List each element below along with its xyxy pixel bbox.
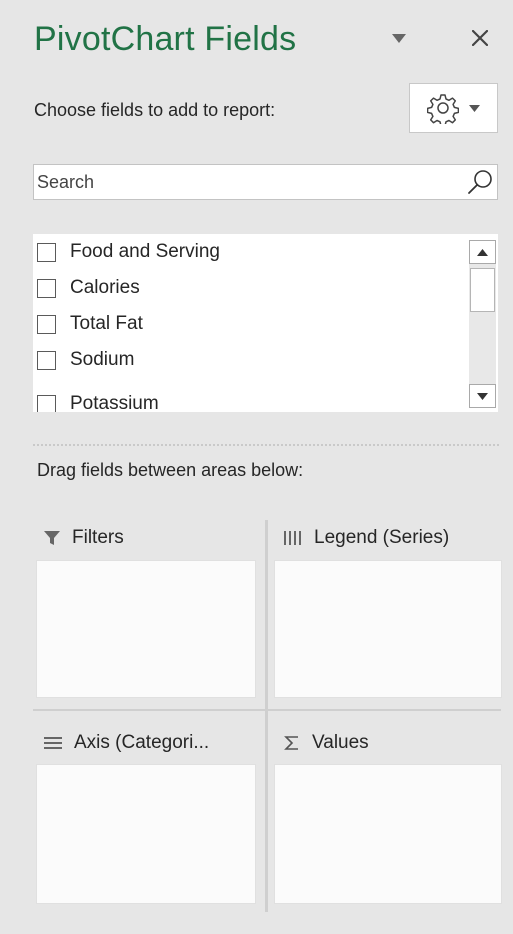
legend-drop-zone[interactable] bbox=[274, 560, 502, 698]
search-icon[interactable] bbox=[466, 168, 494, 196]
field-checkbox[interactable] bbox=[37, 394, 56, 412]
field-checkbox[interactable] bbox=[37, 314, 56, 334]
field-item-calories[interactable]: Calories bbox=[33, 270, 463, 306]
field-item-sodium[interactable]: Sodium bbox=[33, 342, 463, 378]
section-divider bbox=[33, 444, 499, 446]
filters-area-header: Filters bbox=[44, 522, 124, 554]
field-label: Calories bbox=[70, 277, 140, 298]
scroll-thumb[interactable] bbox=[470, 268, 495, 312]
columns-icon bbox=[284, 530, 302, 546]
area-horizontal-separator[interactable] bbox=[33, 709, 501, 711]
sigma-icon bbox=[284, 735, 300, 751]
pane-options-dropdown[interactable] bbox=[384, 24, 414, 52]
close-button[interactable] bbox=[462, 20, 498, 56]
close-icon bbox=[472, 30, 488, 46]
field-label: Food and Serving bbox=[70, 241, 220, 262]
filters-area-label: Filters bbox=[72, 527, 124, 548]
search-input[interactable] bbox=[34, 165, 454, 199]
axis-drop-zone[interactable] bbox=[36, 764, 256, 904]
pane-title: PivotChart Fields bbox=[34, 20, 297, 58]
filters-drop-zone[interactable] bbox=[36, 560, 256, 698]
search-box bbox=[33, 164, 498, 200]
legend-area-header: Legend (Series) bbox=[284, 522, 449, 554]
triangle-down-icon bbox=[392, 33, 406, 43]
legend-area-label: Legend (Series) bbox=[314, 527, 450, 548]
values-drop-zone[interactable] bbox=[274, 764, 502, 904]
axis-area-label: Axis (Categori... bbox=[74, 732, 210, 753]
values-area-header: Values bbox=[284, 727, 369, 759]
field-label: Potassium bbox=[70, 393, 159, 412]
tools-button[interactable] bbox=[409, 83, 498, 133]
area-vertical-separator[interactable] bbox=[265, 520, 268, 912]
field-item-food-and-serving[interactable]: Food and Serving bbox=[33, 234, 463, 270]
pivotchart-fields-pane: PivotChart Fields Choose fields to add t… bbox=[0, 0, 513, 934]
field-label: Total Fat bbox=[70, 313, 143, 334]
scroll-down-button[interactable] bbox=[469, 384, 496, 408]
choose-fields-label: Choose fields to add to report: bbox=[34, 100, 276, 120]
rows-icon bbox=[44, 736, 62, 750]
field-item-total-fat[interactable]: Total Fat bbox=[33, 306, 463, 342]
field-checkbox[interactable] bbox=[37, 350, 56, 370]
field-label: Sodium bbox=[70, 349, 135, 370]
triangle-up-icon bbox=[477, 248, 488, 256]
gear-icon bbox=[427, 94, 459, 124]
values-area-label: Values bbox=[312, 732, 369, 753]
field-item-potassium[interactable]: Potassium bbox=[33, 386, 463, 412]
axis-area-header: Axis (Categori... bbox=[44, 727, 209, 759]
drag-fields-label: Drag fields between areas below: bbox=[37, 460, 304, 480]
triangle-down-icon bbox=[477, 392, 488, 400]
field-checkbox[interactable] bbox=[37, 278, 56, 298]
field-list: Food and Serving Calories Total Fat Sodi… bbox=[33, 234, 498, 412]
scroll-up-button[interactable] bbox=[469, 240, 496, 264]
triangle-down-icon bbox=[469, 104, 480, 112]
filter-icon bbox=[44, 530, 60, 546]
field-checkbox[interactable] bbox=[37, 242, 56, 262]
field-list-scrollbar[interactable] bbox=[469, 240, 496, 408]
